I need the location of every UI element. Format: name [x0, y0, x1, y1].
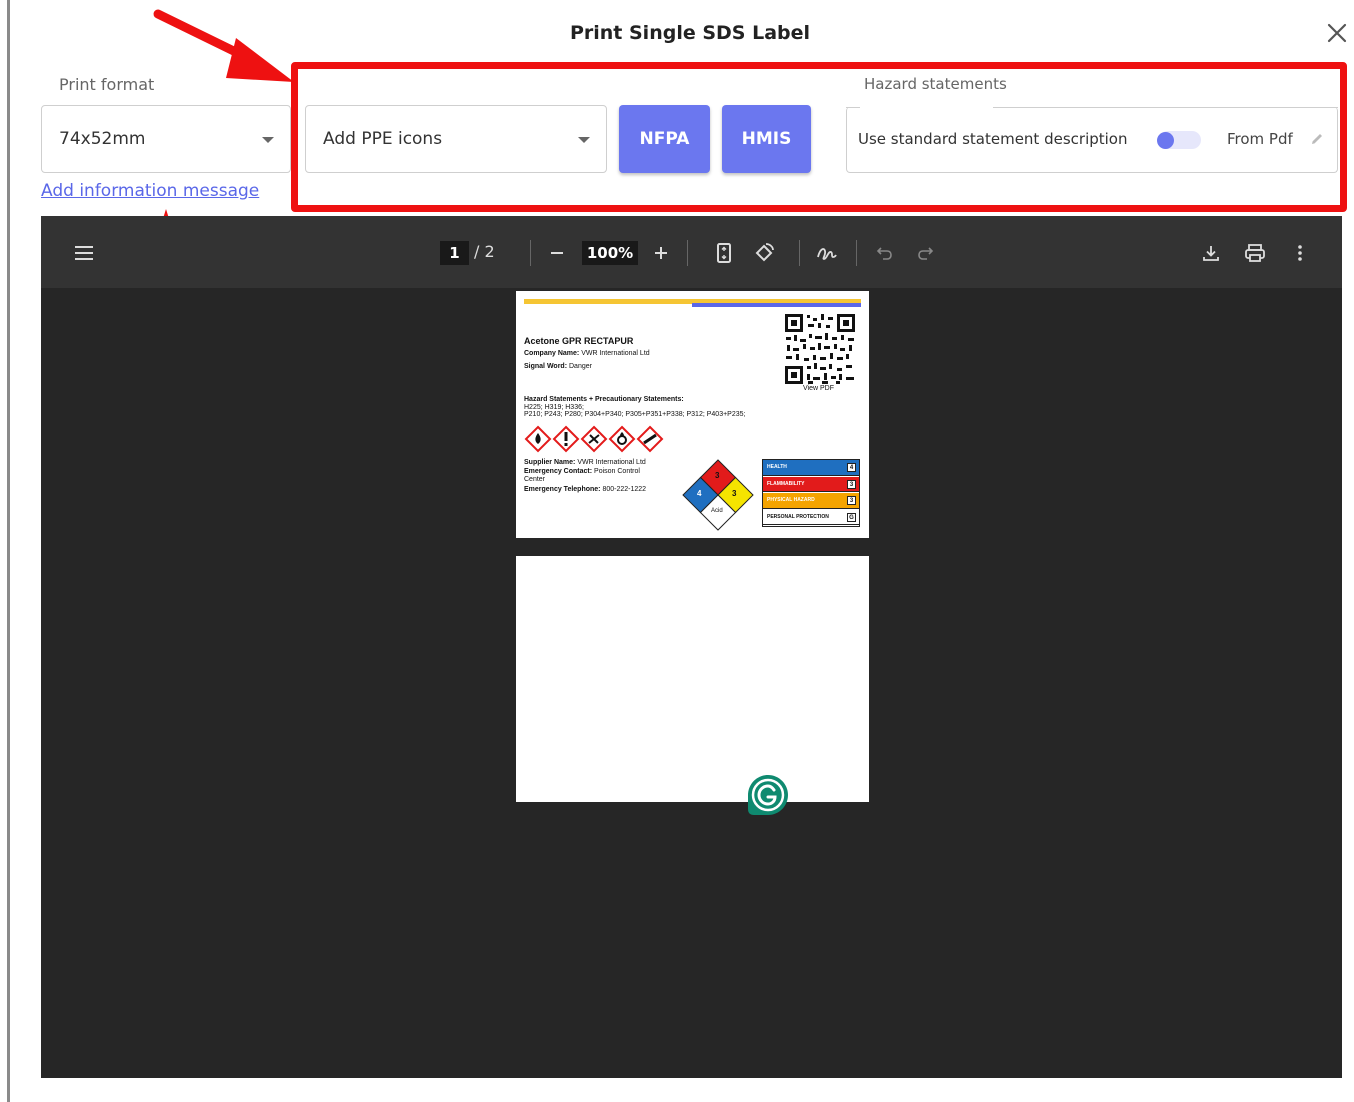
grammarly-icon[interactable]	[746, 773, 790, 817]
nfpa-left-value: 4	[697, 489, 702, 498]
zoom-level-input[interactable]: 100%	[582, 241, 638, 265]
ppe-icons-value: Add PPE icons	[323, 129, 443, 149]
signal-value: Danger	[569, 363, 592, 370]
background-window-edge	[0, 0, 10, 1102]
chevron-down-icon	[262, 137, 274, 143]
ghs-pictograms-icon	[524, 425, 664, 453]
zoom-in-icon[interactable]	[650, 240, 672, 266]
supplier-value: VWR International Ltd	[577, 459, 646, 466]
emergency-contact-key: Emergency Contact:	[524, 468, 593, 475]
nfpa-button[interactable]: NFPA	[619, 105, 710, 173]
company-key: Company Name:	[524, 350, 580, 357]
menu-icon[interactable]	[71, 240, 97, 266]
product-name: Acetone GPR RECTAPUR	[524, 336, 634, 346]
emergency-phone-key: Emergency Telephone:	[524, 486, 601, 493]
hmis-row-label: FLAMMABILITY	[767, 480, 805, 487]
company-value: VWR International Ltd	[581, 350, 650, 357]
dialog-title: Print Single SDS Label	[569, 22, 811, 44]
download-icon[interactable]	[1198, 240, 1224, 266]
label-accent-bar	[692, 303, 861, 307]
hmis-row-label: PERSONAL PROTECTION	[767, 513, 829, 520]
hazard-statements-field: Use standard statement description From …	[846, 107, 1338, 173]
close-icon[interactable]	[1324, 20, 1350, 46]
emergency-contact-value: Poison Control	[594, 468, 640, 475]
from-pdf-option: From Pdf	[1227, 130, 1293, 148]
page-number-input[interactable]: 1	[440, 241, 469, 265]
hmis-table: HEALTH 4 FLAMMABILITY 3 PHYSICAL HAZARD 3 PERS…	[762, 459, 860, 527]
more-icon[interactable]	[1289, 240, 1311, 266]
emergency-phone-value: 800-222-1222	[602, 486, 647, 493]
statements-title: Hazard Statements + Precautionary Statem…	[524, 396, 684, 403]
hmis-row-value: 3	[847, 479, 856, 489]
add-information-message-link[interactable]: Add information message	[41, 181, 259, 201]
print-format-label: Print format	[59, 75, 155, 94]
hazard-statements-label: Hazard statements	[864, 75, 1007, 93]
annotation-arrow-icon	[153, 9, 294, 82]
view-pdf-label: View PDF	[803, 385, 834, 392]
pdf-page-1: Acetone GPR RECTAPUR Company Name: VWR I…	[516, 291, 869, 538]
hmis-button[interactable]: HMIS	[722, 105, 811, 173]
rotate-icon[interactable]	[751, 240, 777, 266]
precautionary-codes: P210; P243; P280; P304+P340; P305+P351+P…	[524, 411, 746, 418]
standard-statement-option: Use standard statement description	[858, 130, 1128, 148]
hmis-row-value: G	[847, 512, 856, 522]
pdf-page-2	[516, 556, 869, 802]
print-icon[interactable]	[1242, 240, 1268, 266]
redo-icon[interactable]	[914, 240, 936, 266]
hmis-row-label: HEALTH	[767, 464, 787, 470]
pencil-icon[interactable]	[1309, 131, 1325, 147]
emergency-contact-value-2: Center	[524, 476, 546, 483]
pdf-toolbar: 1 / 2 100%	[41, 216, 1342, 288]
nfpa-diamond-icon	[682, 459, 754, 531]
zoom-out-icon[interactable]	[546, 240, 568, 266]
page-total: / 2	[474, 242, 495, 261]
annotate-icon[interactable]	[814, 240, 840, 266]
nfpa-right-value: 3	[732, 489, 737, 498]
hazard-codes: H225; H319; H336;	[524, 404, 584, 411]
hmis-row: PERSONAL PROTECTION G	[763, 509, 859, 525]
print-format-value: 74x52mm	[59, 129, 146, 149]
hmis-row-value: 4	[847, 463, 856, 472]
nfpa-special-value: Acid	[711, 508, 723, 514]
undo-icon[interactable]	[874, 240, 896, 266]
supplier-key: Supplier Name:	[524, 459, 576, 466]
hmis-row: FLAMMABILITY 3	[763, 476, 859, 492]
chevron-down-icon	[578, 137, 590, 143]
ppe-icons-select[interactable]: Add PPE icons	[305, 105, 607, 173]
fit-page-icon[interactable]	[712, 240, 736, 266]
toggle-knob[interactable]	[1157, 132, 1174, 149]
nfpa-health-value: 3	[715, 471, 720, 480]
signal-key: Signal Word:	[524, 363, 568, 370]
hmis-row-label: PHYSICAL HAZARD	[767, 497, 815, 503]
pdf-viewer: 1 / 2 100% Acetone GPR RECTAPUR Company …	[41, 216, 1342, 1078]
hmis-row-value: 3	[847, 496, 856, 505]
hmis-row: PHYSICAL HAZARD 3	[763, 493, 859, 509]
hmis-row: HEALTH 4	[763, 460, 859, 476]
qr-code-icon	[784, 313, 856, 385]
print-format-select[interactable]: 74x52mm	[41, 105, 291, 173]
